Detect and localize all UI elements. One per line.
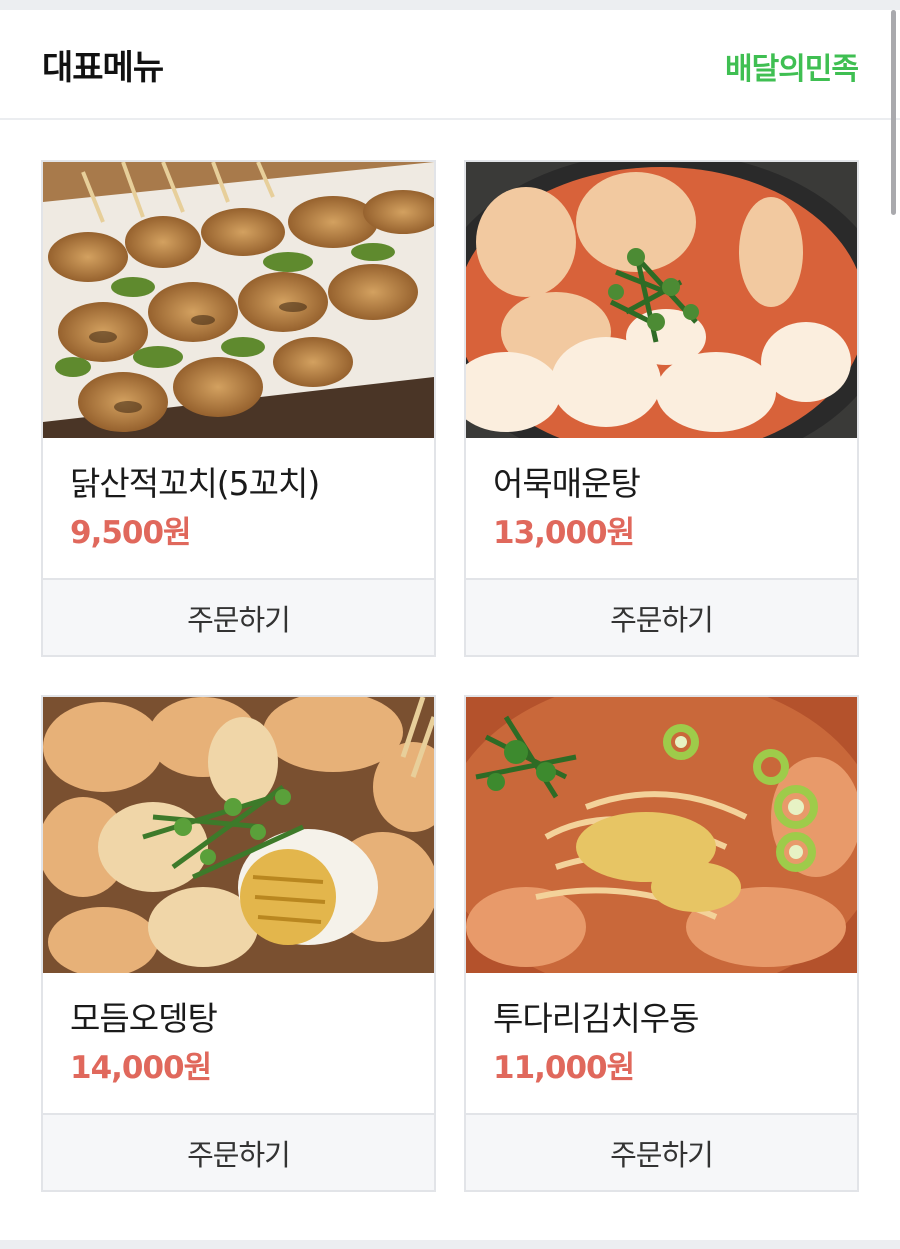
order-button[interactable]: 주문하기 <box>466 1113 857 1190</box>
spicy-fishcake-stew-photo <box>466 162 857 438</box>
kimchi-udon-photo <box>466 697 857 973</box>
chicken-skewers-photo <box>43 162 434 438</box>
menu-price: 14,000원 <box>70 1050 212 1086</box>
scrollbar[interactable] <box>891 10 896 215</box>
brand-link[interactable]: 배달의민족 <box>725 50 859 90</box>
menu-price: 13,000원 <box>493 515 635 551</box>
menu-panel: 대표메뉴 배달의민족 닭산적꼬치(5꼬치) 9,500원 주문하기 어묵매운탕 … <box>0 10 900 1240</box>
menu-name: 모듬오뎅탕 <box>70 999 218 1038</box>
assorted-oden-soup-photo <box>43 697 434 973</box>
section-header: 대표메뉴 배달의민족 <box>0 10 900 120</box>
menu-card[interactable]: 닭산적꼬치(5꼬치) 9,500원 주문하기 <box>41 160 436 657</box>
menu-card[interactable]: 모듬오뎅탕 14,000원 주문하기 <box>41 695 436 1192</box>
menu-card[interactable]: 투다리김치우동 11,000원 주문하기 <box>464 695 859 1192</box>
menu-price: 11,000원 <box>493 1050 635 1086</box>
menu-name: 투다리김치우동 <box>493 999 700 1038</box>
section-title: 대표메뉴 <box>42 48 164 88</box>
menu-name: 닭산적꼬치(5꼬치) <box>70 464 320 503</box>
bottom-divider <box>0 1240 900 1249</box>
order-button[interactable]: 주문하기 <box>43 1113 434 1190</box>
top-divider <box>0 0 900 10</box>
order-button[interactable]: 주문하기 <box>466 578 857 655</box>
menu-card[interactable]: 어묵매운탕 13,000원 주문하기 <box>464 160 859 657</box>
order-button[interactable]: 주문하기 <box>43 578 434 655</box>
menu-name: 어묵매운탕 <box>493 464 641 503</box>
menu-price: 9,500원 <box>70 515 192 551</box>
